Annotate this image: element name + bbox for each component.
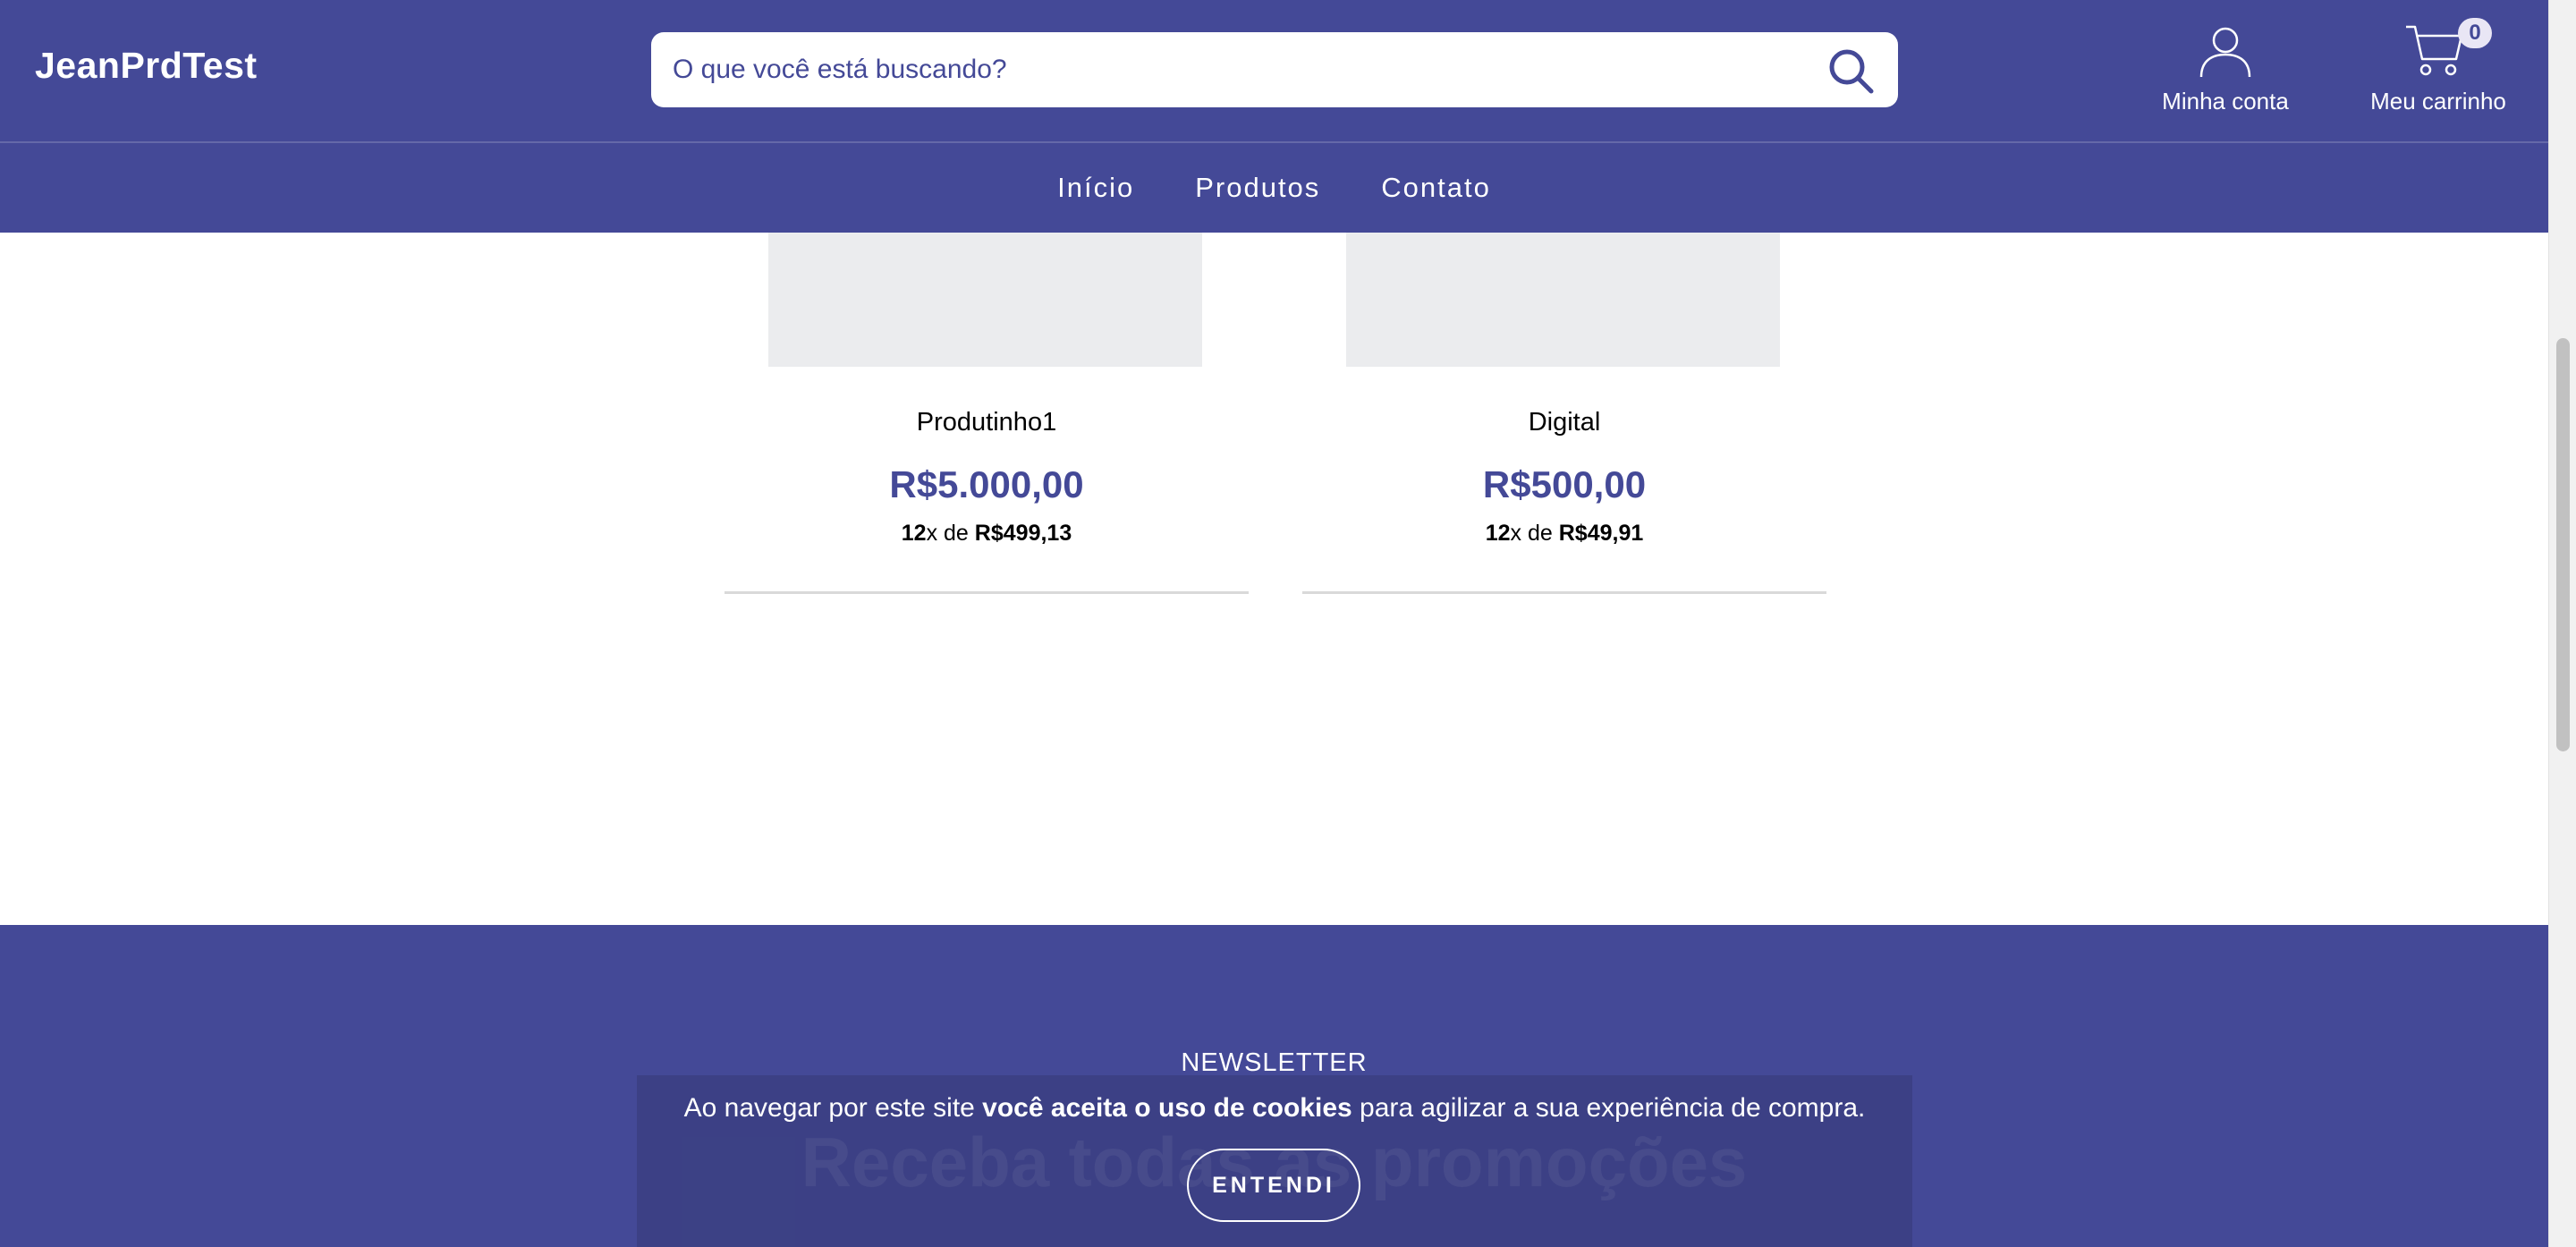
search-button[interactable] [1825, 45, 1878, 98]
cart-count-badge: 0 [2458, 18, 2492, 48]
product-price: R$5.000,00 [889, 463, 1084, 505]
product-card[interactable]: Produtinho1 R$5.000,00 12x de R$499,13 [724, 233, 1249, 594]
product-installments: 12x de R$49,91 [1302, 521, 1826, 547]
installments-separator: x de [926, 521, 969, 546]
cookie-text-before: Ao navegar por este site [683, 1093, 983, 1123]
product-price: R$500,00 [1482, 463, 1647, 505]
cookie-text-after: para agilizar a sua experiência de compr… [1352, 1093, 1866, 1123]
cookie-banner: Ao navegar por este site você aceita o u… [637, 1075, 1912, 1247]
search-icon [1829, 49, 1874, 94]
product-name[interactable]: Digital [1302, 408, 1826, 437]
nav-item-produtos[interactable]: Produtos [1195, 172, 1320, 204]
user-icon [2199, 27, 2251, 78]
product-image[interactable] [1346, 233, 1780, 367]
top-bar: JeanPrdTest Minha conta [0, 0, 2548, 141]
installment-value: R$49,91 [1558, 521, 1644, 546]
search-input[interactable] [673, 32, 1791, 107]
installments-count: 12 [1485, 521, 1511, 546]
cookie-text-bold: você aceita o uso de cookies [982, 1093, 1352, 1123]
product-image[interactable] [768, 233, 1202, 367]
cookie-message: Ao navegar por este site você aceita o u… [637, 1093, 1912, 1124]
nav-item-inicio[interactable]: Início [1057, 172, 1134, 204]
installments-separator: x de [1510, 521, 1553, 546]
brand-logo[interactable]: JeanPrdTest [35, 45, 258, 87]
main-nav: Início Produtos Contato [0, 143, 2548, 233]
installment-value: R$499,13 [974, 521, 1072, 546]
account-link[interactable]: Minha conta [2148, 23, 2302, 122]
search-box [651, 32, 1898, 107]
product-card[interactable]: Digital R$500,00 12x de R$49,91 [1302, 233, 1826, 594]
scrollbar-thumb[interactable] [2556, 338, 2570, 751]
accept-cookies-button[interactable]: ENTENDI [1187, 1149, 1360, 1222]
product-name[interactable]: Produtinho1 [724, 408, 1249, 437]
page: JeanPrdTest Minha conta [0, 0, 2576, 1247]
newsletter-kicker: NEWSLETTER [1181, 1048, 1368, 1077]
scrollbar[interactable] [2548, 0, 2576, 1247]
product-installments: 12x de R$499,13 [724, 521, 1249, 547]
cart-label: Meu carrinho [2370, 88, 2506, 115]
account-label: Minha conta [2162, 88, 2289, 115]
site-header: JeanPrdTest Minha conta [0, 0, 2548, 233]
cart-icon [2406, 25, 2463, 76]
nav-item-contato[interactable]: Contato [1381, 172, 1491, 204]
cart-link[interactable]: 0 Meu carrinho [2358, 18, 2519, 122]
installments-count: 12 [901, 521, 927, 546]
